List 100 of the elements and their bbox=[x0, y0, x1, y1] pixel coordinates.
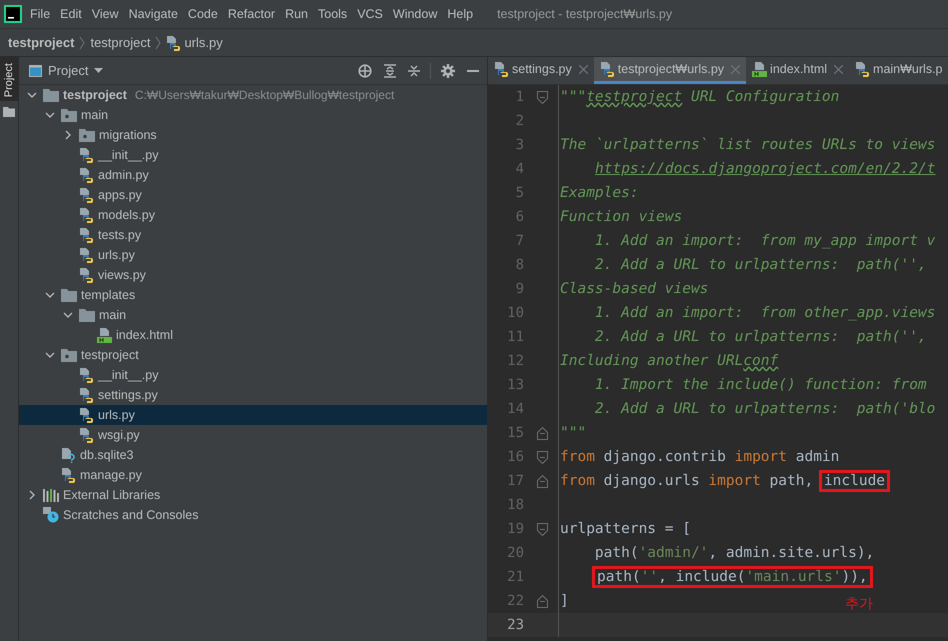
editor-tab[interactable]: main₩urls.p bbox=[849, 57, 948, 84]
line-number: 20 bbox=[506, 545, 524, 561]
dropdown-caret-icon[interactable] bbox=[94, 68, 104, 74]
editor-tab[interactable]: index.html bbox=[746, 57, 850, 84]
tree-item[interactable]: __init__.py bbox=[19, 365, 487, 385]
tree-item[interactable]: manage.py bbox=[19, 465, 487, 485]
tree-item[interactable]: testproject bbox=[19, 345, 487, 365]
collapse-all-icon[interactable] bbox=[408, 64, 420, 78]
expand-all-icon[interactable] bbox=[384, 64, 396, 78]
chevron-down-icon[interactable] bbox=[63, 310, 73, 320]
folder-icon bbox=[79, 308, 95, 322]
chevron-right-icon[interactable] bbox=[63, 130, 73, 140]
breadcrumb-item[interactable]: urls.py bbox=[166, 34, 223, 50]
line-number: 10 bbox=[506, 305, 524, 321]
tree-item[interactable]: templates bbox=[19, 285, 487, 305]
fold-start-icon[interactable] bbox=[536, 522, 548, 536]
menu-item[interactable]: VCS bbox=[357, 7, 383, 21]
tree-item[interactable]: admin.py bbox=[19, 165, 487, 185]
menu-item[interactable]: File bbox=[30, 7, 50, 21]
tree-item[interactable]: urls.py bbox=[19, 405, 487, 425]
html-file-icon bbox=[97, 327, 112, 343]
breadcrumb-item[interactable]: testproject bbox=[8, 35, 74, 50]
chevron-down-icon[interactable] bbox=[27, 90, 37, 100]
line-number: 19 bbox=[506, 521, 524, 537]
tree-item[interactable]: index.html bbox=[19, 325, 487, 345]
menu-item[interactable]: Tools bbox=[318, 7, 348, 21]
menu-item[interactable]: Help bbox=[447, 7, 474, 21]
tree-item[interactable]: wsgi.py bbox=[19, 425, 487, 445]
menu-item[interactable]: Code bbox=[188, 7, 218, 21]
breadcrumb-item[interactable]: testproject bbox=[90, 35, 150, 50]
libraries-icon bbox=[43, 488, 59, 502]
python-file-icon bbox=[79, 267, 94, 283]
unknown-file-icon bbox=[61, 447, 76, 463]
tree-item[interactable]: urls.py bbox=[19, 245, 487, 265]
tree-item-label: __init__.py bbox=[98, 148, 158, 162]
fold-start-icon[interactable] bbox=[536, 450, 548, 464]
package-folder-icon bbox=[79, 128, 95, 142]
chevron-down-icon[interactable] bbox=[45, 350, 55, 360]
html-file-icon bbox=[752, 61, 768, 77]
code-line: Examples: bbox=[560, 185, 639, 201]
line-number: 13 bbox=[506, 377, 524, 393]
python-file-icon bbox=[855, 61, 870, 77]
annotation-note: 추가 bbox=[845, 595, 873, 613]
settings-icon[interactable] bbox=[441, 64, 455, 78]
editor-tab[interactable]: settings.py bbox=[488, 57, 594, 84]
tree-item[interactable]: migrations bbox=[19, 125, 487, 145]
code-line: path('admin/', admin.site.urls), bbox=[594, 545, 874, 561]
fold-end-icon[interactable] bbox=[536, 474, 548, 488]
tree-item[interactable]: External Libraries bbox=[19, 485, 487, 505]
code-line: """testproject URL Configuration bbox=[560, 89, 840, 105]
code-line: from django.urls import path, bbox=[560, 473, 814, 489]
fold-end-icon[interactable] bbox=[536, 594, 548, 608]
python-file-icon bbox=[79, 407, 94, 423]
python-file-icon bbox=[79, 387, 94, 403]
tree-item[interactable]: main bbox=[19, 105, 487, 125]
tree-item[interactable]: testproject C:₩Users₩takur₩Desktop₩Bullog₩testproject bbox=[19, 85, 487, 105]
menu-item[interactable]: Refactor bbox=[228, 7, 276, 21]
chevron-right-icon[interactable] bbox=[27, 490, 37, 500]
menu-item[interactable]: View bbox=[92, 7, 119, 21]
menu-item[interactable]: Edit bbox=[60, 7, 82, 21]
tree-item-label: views.py bbox=[98, 268, 146, 282]
tree-item[interactable]: views.py bbox=[19, 265, 487, 285]
minimize-icon[interactable] bbox=[467, 70, 479, 72]
tree-item-label: testproject bbox=[63, 88, 127, 102]
menu-item[interactable]: Navigate bbox=[128, 7, 178, 21]
tree-item-label: wsgi.py bbox=[98, 428, 140, 442]
tree-item[interactable]: settings.py bbox=[19, 385, 487, 405]
app-logo-icon bbox=[4, 5, 22, 23]
locate-icon[interactable] bbox=[358, 64, 372, 78]
package-folder-icon bbox=[61, 108, 77, 122]
tree-item-label: External Libraries bbox=[63, 488, 160, 502]
tree-item[interactable]: apps.py bbox=[19, 185, 487, 205]
panel-title[interactable]: Project bbox=[48, 63, 88, 78]
python-file-icon bbox=[61, 467, 76, 483]
python-file-icon bbox=[79, 427, 94, 443]
fold-start-icon[interactable] bbox=[536, 90, 548, 104]
menu-item[interactable]: Window bbox=[392, 7, 438, 21]
line-number: 4 bbox=[514, 161, 524, 177]
menu-item[interactable]: Run bbox=[285, 7, 308, 21]
tree-item[interactable]: models.py bbox=[19, 205, 487, 225]
editor-tab[interactable]: testproject₩urls.py bbox=[594, 57, 746, 84]
tree-item[interactable]: main bbox=[19, 305, 487, 325]
python-file-icon bbox=[600, 61, 615, 77]
tree-item[interactable]: __init__.py bbox=[19, 145, 487, 165]
line-number: 17 bbox=[506, 473, 524, 489]
tree-item[interactable]: db.sqlite3 bbox=[19, 445, 487, 465]
code-line: Including another URLconf bbox=[560, 353, 778, 369]
window-title: testproject - testproject₩urls.py bbox=[497, 7, 672, 21]
tree-item-label: admin.py bbox=[98, 168, 149, 182]
scratches-icon bbox=[43, 507, 59, 523]
project-path: C:₩Users₩takur₩Desktop₩Bullog₩testproject bbox=[134, 88, 394, 102]
chevron-down-icon[interactable] bbox=[45, 290, 55, 300]
chevron-down-icon[interactable] bbox=[45, 110, 55, 120]
project-tool-tab[interactable]: Project bbox=[0, 57, 18, 102]
tree-item-label: index.html bbox=[116, 328, 173, 342]
tree-item-label: Scratches and Consoles bbox=[63, 508, 198, 522]
fold-end-icon[interactable] bbox=[536, 426, 548, 440]
line-number: 23 bbox=[506, 617, 524, 633]
tree-item[interactable]: tests.py bbox=[19, 225, 487, 245]
tree-item[interactable]: Scratches and Consoles bbox=[19, 505, 487, 525]
